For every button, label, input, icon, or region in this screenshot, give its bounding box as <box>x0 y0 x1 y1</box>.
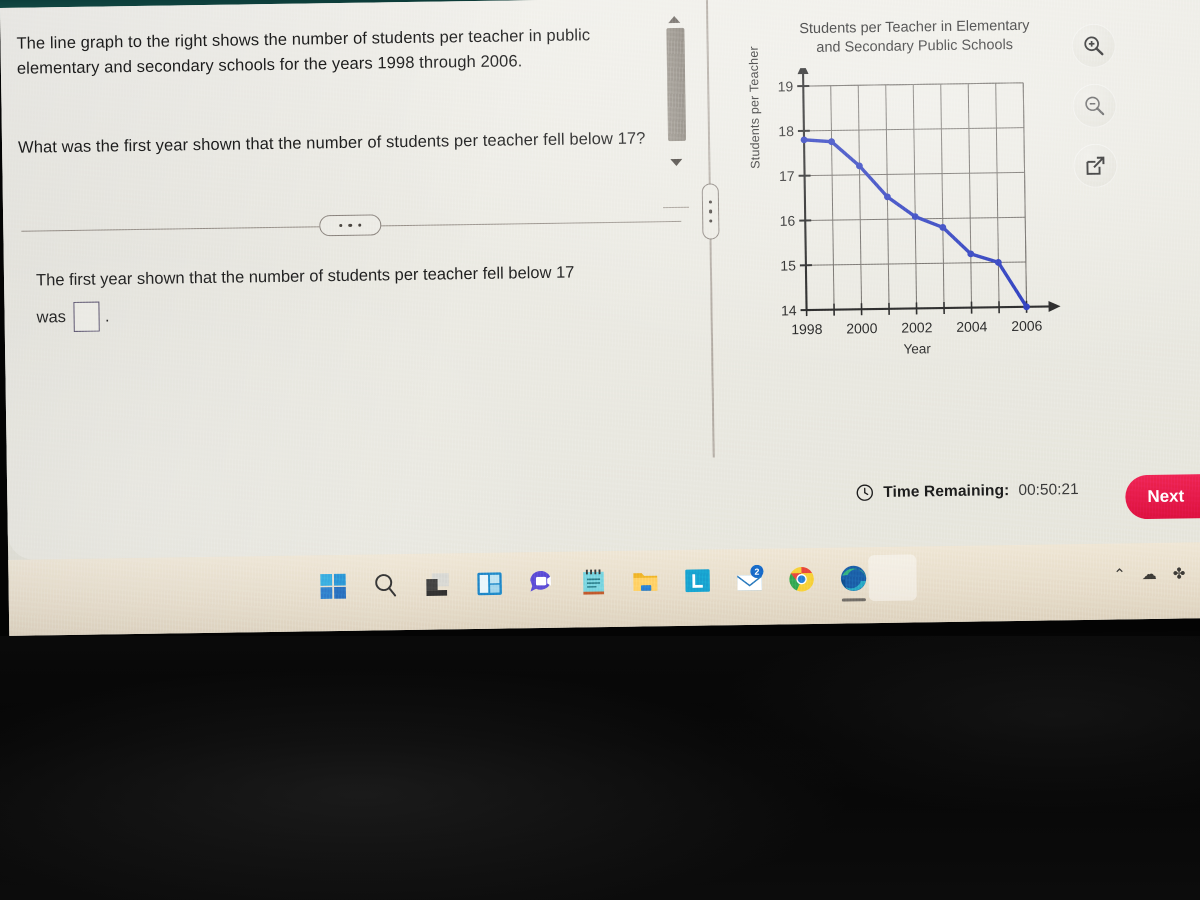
system-tray: ⌃ ☁ ✤ ⧸ <box>1113 564 1200 583</box>
pane-splitter-grip[interactable] <box>701 183 720 240</box>
tray-chevron-up-icon[interactable]: ⌃ <box>1113 565 1126 583</box>
chart-x-tick-label: 1998 <box>791 321 823 337</box>
desk-sheen <box>0 636 1200 900</box>
mail-icon[interactable]: 2 <box>734 564 764 595</box>
chart-x-tick-label: 2000 <box>846 320 878 336</box>
start-button[interactable] <box>318 571 348 601</box>
mail-badge-count: 2 <box>754 567 759 577</box>
chat-icon[interactable] <box>526 568 556 598</box>
grip-dot-icon <box>708 219 713 223</box>
section-divider <box>21 210 682 242</box>
widgets-icon[interactable] <box>474 569 504 599</box>
chart-x-tick-label: 2002 <box>901 319 933 335</box>
edge-taskbar-slot[interactable] <box>838 563 868 602</box>
pane-edge-rule <box>663 206 690 209</box>
file-explorer-icon[interactable] <box>630 566 660 596</box>
task-view-icon[interactable] <box>422 569 452 599</box>
ellipsis-dot-icon <box>348 223 353 228</box>
chart-gridline-vertical <box>967 83 973 308</box>
line-chart-svg: 14 15 16 17 18 19 1998 2000 2002 2004 2006 Year <box>778 62 1061 357</box>
chart-gridline-vertical <box>912 84 918 309</box>
question-pane-scrollbar[interactable] <box>664 14 688 172</box>
notepad-icon[interactable] <box>578 567 608 597</box>
chart-title: Students per Teacher in Elementary and S… <box>764 16 1065 58</box>
chart-x-axis-label: Year <box>903 341 931 356</box>
chart-gridline-vertical <box>995 83 1000 308</box>
answer-input[interactable] <box>73 301 101 332</box>
answer-period: . <box>104 306 110 325</box>
open-in-new-window-button[interactable] <box>1073 143 1118 189</box>
laptop-screen: The line graph to the right shows the nu… <box>0 0 1200 636</box>
question-paragraph-2: What was the first year shown that the n… <box>17 129 646 157</box>
tray-network-icon[interactable]: ✤ <box>1173 564 1186 582</box>
chart-y-axis-label: Students per Teacher <box>746 46 763 169</box>
time-remaining-label: Time Remaining: <box>883 481 1010 501</box>
y-axis-arrow <box>797 62 809 75</box>
chart-x-tick-label: 2006 <box>1011 318 1043 334</box>
next-button[interactable]: Next <box>1125 473 1200 520</box>
chart-y-tick-label: 15 <box>780 257 796 273</box>
dark-surface-below-screen <box>0 636 1200 900</box>
ellipsis-dot-icon <box>338 223 343 228</box>
more-options-ellipsis-button[interactable] <box>319 214 382 237</box>
chart-data-point <box>800 136 808 144</box>
chart-gridline-vertical <box>940 84 945 309</box>
time-remaining: Time Remaining: 00:50:21 <box>855 480 1079 502</box>
chart-x-tick-label: 2004 <box>956 318 988 334</box>
chart-y-tick-label: 14 <box>781 302 797 318</box>
zoom-out-icon <box>1085 96 1105 116</box>
chart-y-tick-label: 19 <box>778 78 794 94</box>
question-pane: The line graph to the right shows the nu… <box>10 14 682 524</box>
question-paragraph-1: The line graph to the right shows the nu… <box>16 26 591 78</box>
scrollbar-thumb[interactable] <box>666 27 687 142</box>
time-remaining-value: 00:50:21 <box>1018 480 1079 499</box>
x-axis-arrow <box>1048 300 1061 312</box>
grip-dot-icon <box>708 209 713 214</box>
search-icon[interactable] <box>370 570 400 600</box>
chart-tools <box>1071 23 1120 204</box>
answer-block: The first year shown that the number of … <box>36 262 687 333</box>
chart-gridline-vertical <box>830 85 835 310</box>
edge-icon[interactable] <box>838 563 868 593</box>
zoom-out-button[interactable] <box>1072 83 1117 129</box>
lockdown-browser-icon[interactable] <box>682 565 712 595</box>
open-in-new-window-icon <box>1086 156 1105 175</box>
chart-y-tick-label: 17 <box>779 168 795 184</box>
grip-dot-icon <box>708 200 713 204</box>
scroll-down-arrow-icon[interactable] <box>670 158 683 167</box>
answer-prompt-text: The first year shown that the number of … <box>35 263 575 290</box>
chart-plot-area: Students per Teacher 14 15 16 17 18 19 1998 200… <box>747 46 1065 374</box>
chrome-icon[interactable] <box>786 564 816 594</box>
scroll-up-arrow-icon[interactable] <box>668 15 681 24</box>
zoom-in-icon <box>1084 36 1104 56</box>
edge-active-highlight <box>868 554 917 602</box>
edge-active-indicator <box>841 598 866 602</box>
chart-y-tick-label: 18 <box>778 123 794 139</box>
exam-app-panel: The line graph to the right shows the nu… <box>0 0 1200 560</box>
taskbar-icons: 2 <box>318 563 868 602</box>
photographed-laptop-screen: The line graph to the right shows the nu… <box>0 0 1200 900</box>
chart-gridline-vertical <box>857 85 863 310</box>
answer-prompt-tail: was <box>36 307 67 326</box>
chart-y-tick-label: 16 <box>780 213 796 229</box>
tray-onedrive-icon[interactable]: ☁ <box>1142 565 1157 583</box>
answer-entry-row: was . <box>36 293 686 333</box>
chart-pane: Students per Teacher in Elementary and S… <box>740 16 1075 371</box>
ellipsis-dot-icon <box>357 223 362 227</box>
zoom-in-button[interactable] <box>1071 23 1117 69</box>
clock-icon <box>856 484 873 501</box>
